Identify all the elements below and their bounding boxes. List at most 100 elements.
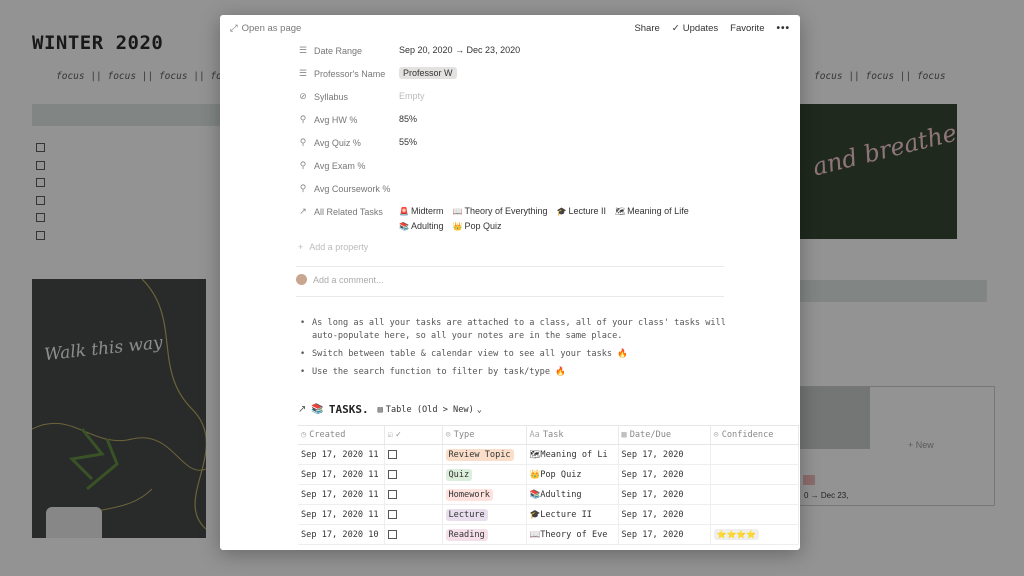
type-cell[interactable]: Homework (442, 484, 527, 505)
property-related-tasks[interactable]: ↗ All Related Tasks 🚨 Midterm 📖 Theory of E… (298, 204, 738, 240)
task-cell[interactable]: 🗺Meaning of Li (526, 444, 619, 465)
list-icon: ☰ (298, 68, 308, 78)
confidence-cell[interactable] (710, 444, 799, 465)
done-checkbox[interactable] (387, 449, 397, 459)
column-header-date-due[interactable]: ▦ Date/Due (618, 425, 711, 445)
map-icon: 🗺 (529, 449, 541, 460)
related-task-meaning[interactable]: 🗺 Meaning of Life (615, 206, 689, 216)
chevron-down-icon: ⌄ (476, 404, 482, 415)
favorite-button[interactable]: Favorite (730, 23, 764, 34)
task-cell[interactable]: 📚Adulting (526, 484, 619, 505)
property-value: 55% (399, 137, 418, 147)
confidence-cell[interactable] (710, 464, 799, 485)
property-syllabus[interactable]: ⊘ Syllabus Empty (298, 89, 738, 107)
property-avg-exam[interactable]: ⚲ Avg Exam % (298, 158, 738, 176)
search-icon: ⚲ (299, 137, 307, 147)
property-avg-hw[interactable]: ⚲ Avg HW % 85% (298, 112, 738, 130)
add-property-label: Add a property (309, 242, 369, 252)
related-task-midterm[interactable]: 🚨 Midterm (399, 206, 443, 216)
property-avg-coursework[interactable]: ⚲ Avg Coursework % (298, 181, 738, 199)
more-options-icon[interactable]: ••• (776, 23, 790, 34)
property-value[interactable]: Empty (399, 89, 425, 101)
due-cell: Sep 17, 2020 (618, 444, 711, 465)
done-checkbox[interactable] (387, 529, 397, 539)
property-avg-quiz[interactable]: ⚲ Avg Quiz % 55% (298, 135, 738, 153)
table-header-row: ◷ Created ☑ ✓ ⊙ Type Aa Task ▦ Date/Due ⊙ Conf… (298, 425, 799, 445)
related-task-theory[interactable]: 📖 Theory of Everything (452, 206, 547, 216)
comment-row[interactable]: Add a comment... (296, 274, 384, 285)
done-checkbox[interactable] (387, 489, 397, 499)
books-icon: 📚 (399, 222, 409, 231)
avatar (296, 274, 307, 285)
view-switcher[interactable]: ▤ Table (Old > New) ⌄ (378, 405, 482, 415)
type-tag: Reading (445, 528, 488, 541)
related-task-label: Theory of Everything (464, 206, 548, 216)
confidence-cell[interactable] (710, 484, 799, 505)
task-cell[interactable]: 📖Theory of Eve (526, 524, 619, 545)
type-cell[interactable]: Lecture (442, 504, 527, 525)
comment-input[interactable]: Add a comment... (313, 275, 384, 285)
tasks-table: ◷ Created ☑ ✓ ⊙ Type Aa Task ▦ Date/Due ⊙ Conf… (298, 425, 799, 545)
column-header-confidence[interactable]: ⊙ Confidence (710, 425, 799, 445)
class-page-modal: ⤢ Open as page Share ✓ Updates Favorite … (220, 15, 800, 550)
task-cell[interactable]: 👑Pop Quiz (526, 464, 619, 485)
share-button[interactable]: Share (634, 23, 659, 34)
open-as-page-button[interactable]: ⤢ Open as page (230, 23, 301, 34)
search-icon: ⚲ (299, 183, 307, 193)
type-cell[interactable]: Quiz (442, 464, 527, 485)
table-row[interactable]: Sep 17, 2020 10 Reading 📖Theory of Eve S… (298, 524, 799, 545)
task-cell[interactable]: 🎓Lecture II (526, 504, 619, 525)
property-label: All Related Tasks (314, 206, 383, 217)
header-actions: Share ✓ Updates Favorite ••• (634, 23, 790, 34)
related-task-label: Adulting (410, 221, 444, 231)
column-header-type[interactable]: ⊙ Type (442, 425, 527, 445)
column-header-done[interactable]: ☑ ✓ (384, 425, 443, 445)
confidence-cell[interactable] (710, 504, 799, 525)
property-value[interactable]: Sep 20, 2020 → Dec 23, 2020 (399, 43, 520, 55)
related-task-popquiz[interactable]: 👑 Pop Quiz (453, 221, 502, 231)
column-header-label: Date/Due (629, 430, 672, 440)
column-header-label: Type (453, 430, 475, 440)
property-label: Avg Quiz % (314, 137, 361, 148)
related-task-label: Midterm (410, 206, 444, 216)
crown-icon: 👑 (452, 222, 463, 231)
done-checkbox[interactable] (387, 469, 397, 479)
notes-bullet-list: As long as all your tasks are attached t… (300, 317, 730, 384)
due-cell: Sep 17, 2020 (618, 524, 711, 545)
property-professor[interactable]: ☰ Professor's Name Professor W (298, 66, 738, 84)
link-arrow-icon[interactable]: ↗ (298, 404, 306, 415)
type-cell[interactable]: Review Topic (442, 444, 527, 465)
table-row[interactable]: Sep 17, 2020 11 Homework 📚Adulting Sep 1… (298, 484, 799, 505)
select-icon: ⊙ (713, 430, 719, 440)
column-header-created[interactable]: ◷ Created (298, 425, 385, 445)
calendar-icon: ▦ (621, 430, 627, 440)
updates-button[interactable]: ✓ Updates (672, 23, 718, 34)
related-task-label: Pop Quiz (464, 221, 502, 231)
property-value: 85% (399, 114, 418, 124)
add-property-button[interactable]: + Add a property (298, 242, 368, 252)
table-row[interactable]: Sep 17, 2020 11 Quiz 👑Pop Quiz Sep 17, 2… (298, 464, 799, 485)
type-tag: Homework (445, 488, 493, 501)
table-row[interactable]: Sep 17, 2020 11 Lecture 🎓Lecture II Sep … (298, 504, 799, 525)
column-header-task[interactable]: Aa Task (526, 425, 619, 445)
table-row[interactable]: Sep 17, 2020 11 Review Topic 🗺Meaning of… (298, 444, 799, 465)
type-cell[interactable]: Reading (442, 524, 527, 545)
view-label: Table (Old > New) (385, 404, 474, 415)
confidence-cell[interactable]: ⭐⭐⭐⭐ (710, 524, 799, 545)
done-checkbox[interactable] (387, 509, 397, 519)
related-task-adulting[interactable]: 📚 Adulting (399, 221, 444, 231)
attachment-icon: ⊘ (299, 91, 307, 101)
created-cell: Sep 17, 2020 10 (298, 524, 385, 545)
property-date-range[interactable]: ☰ Date Range Sep 20, 2020 → Dec 23, 2020 (298, 43, 738, 61)
created-cell: Sep 17, 2020 11 (298, 464, 385, 485)
related-task-lecture[interactable]: 🎓 Lecture II (557, 206, 607, 216)
crown-icon: 👑 (529, 469, 541, 480)
open-as-page-label: Open as page (241, 23, 302, 34)
tasks-title[interactable]: TASKS. (329, 403, 369, 416)
task-name: Lecture II (540, 509, 592, 520)
property-label: Avg Coursework % (314, 183, 391, 194)
done-cell (384, 444, 443, 465)
bullet-item: Switch between table & calendar view to … (300, 348, 730, 361)
professor-tag[interactable]: Professor W (399, 67, 457, 79)
column-header-label: Task (542, 430, 564, 440)
